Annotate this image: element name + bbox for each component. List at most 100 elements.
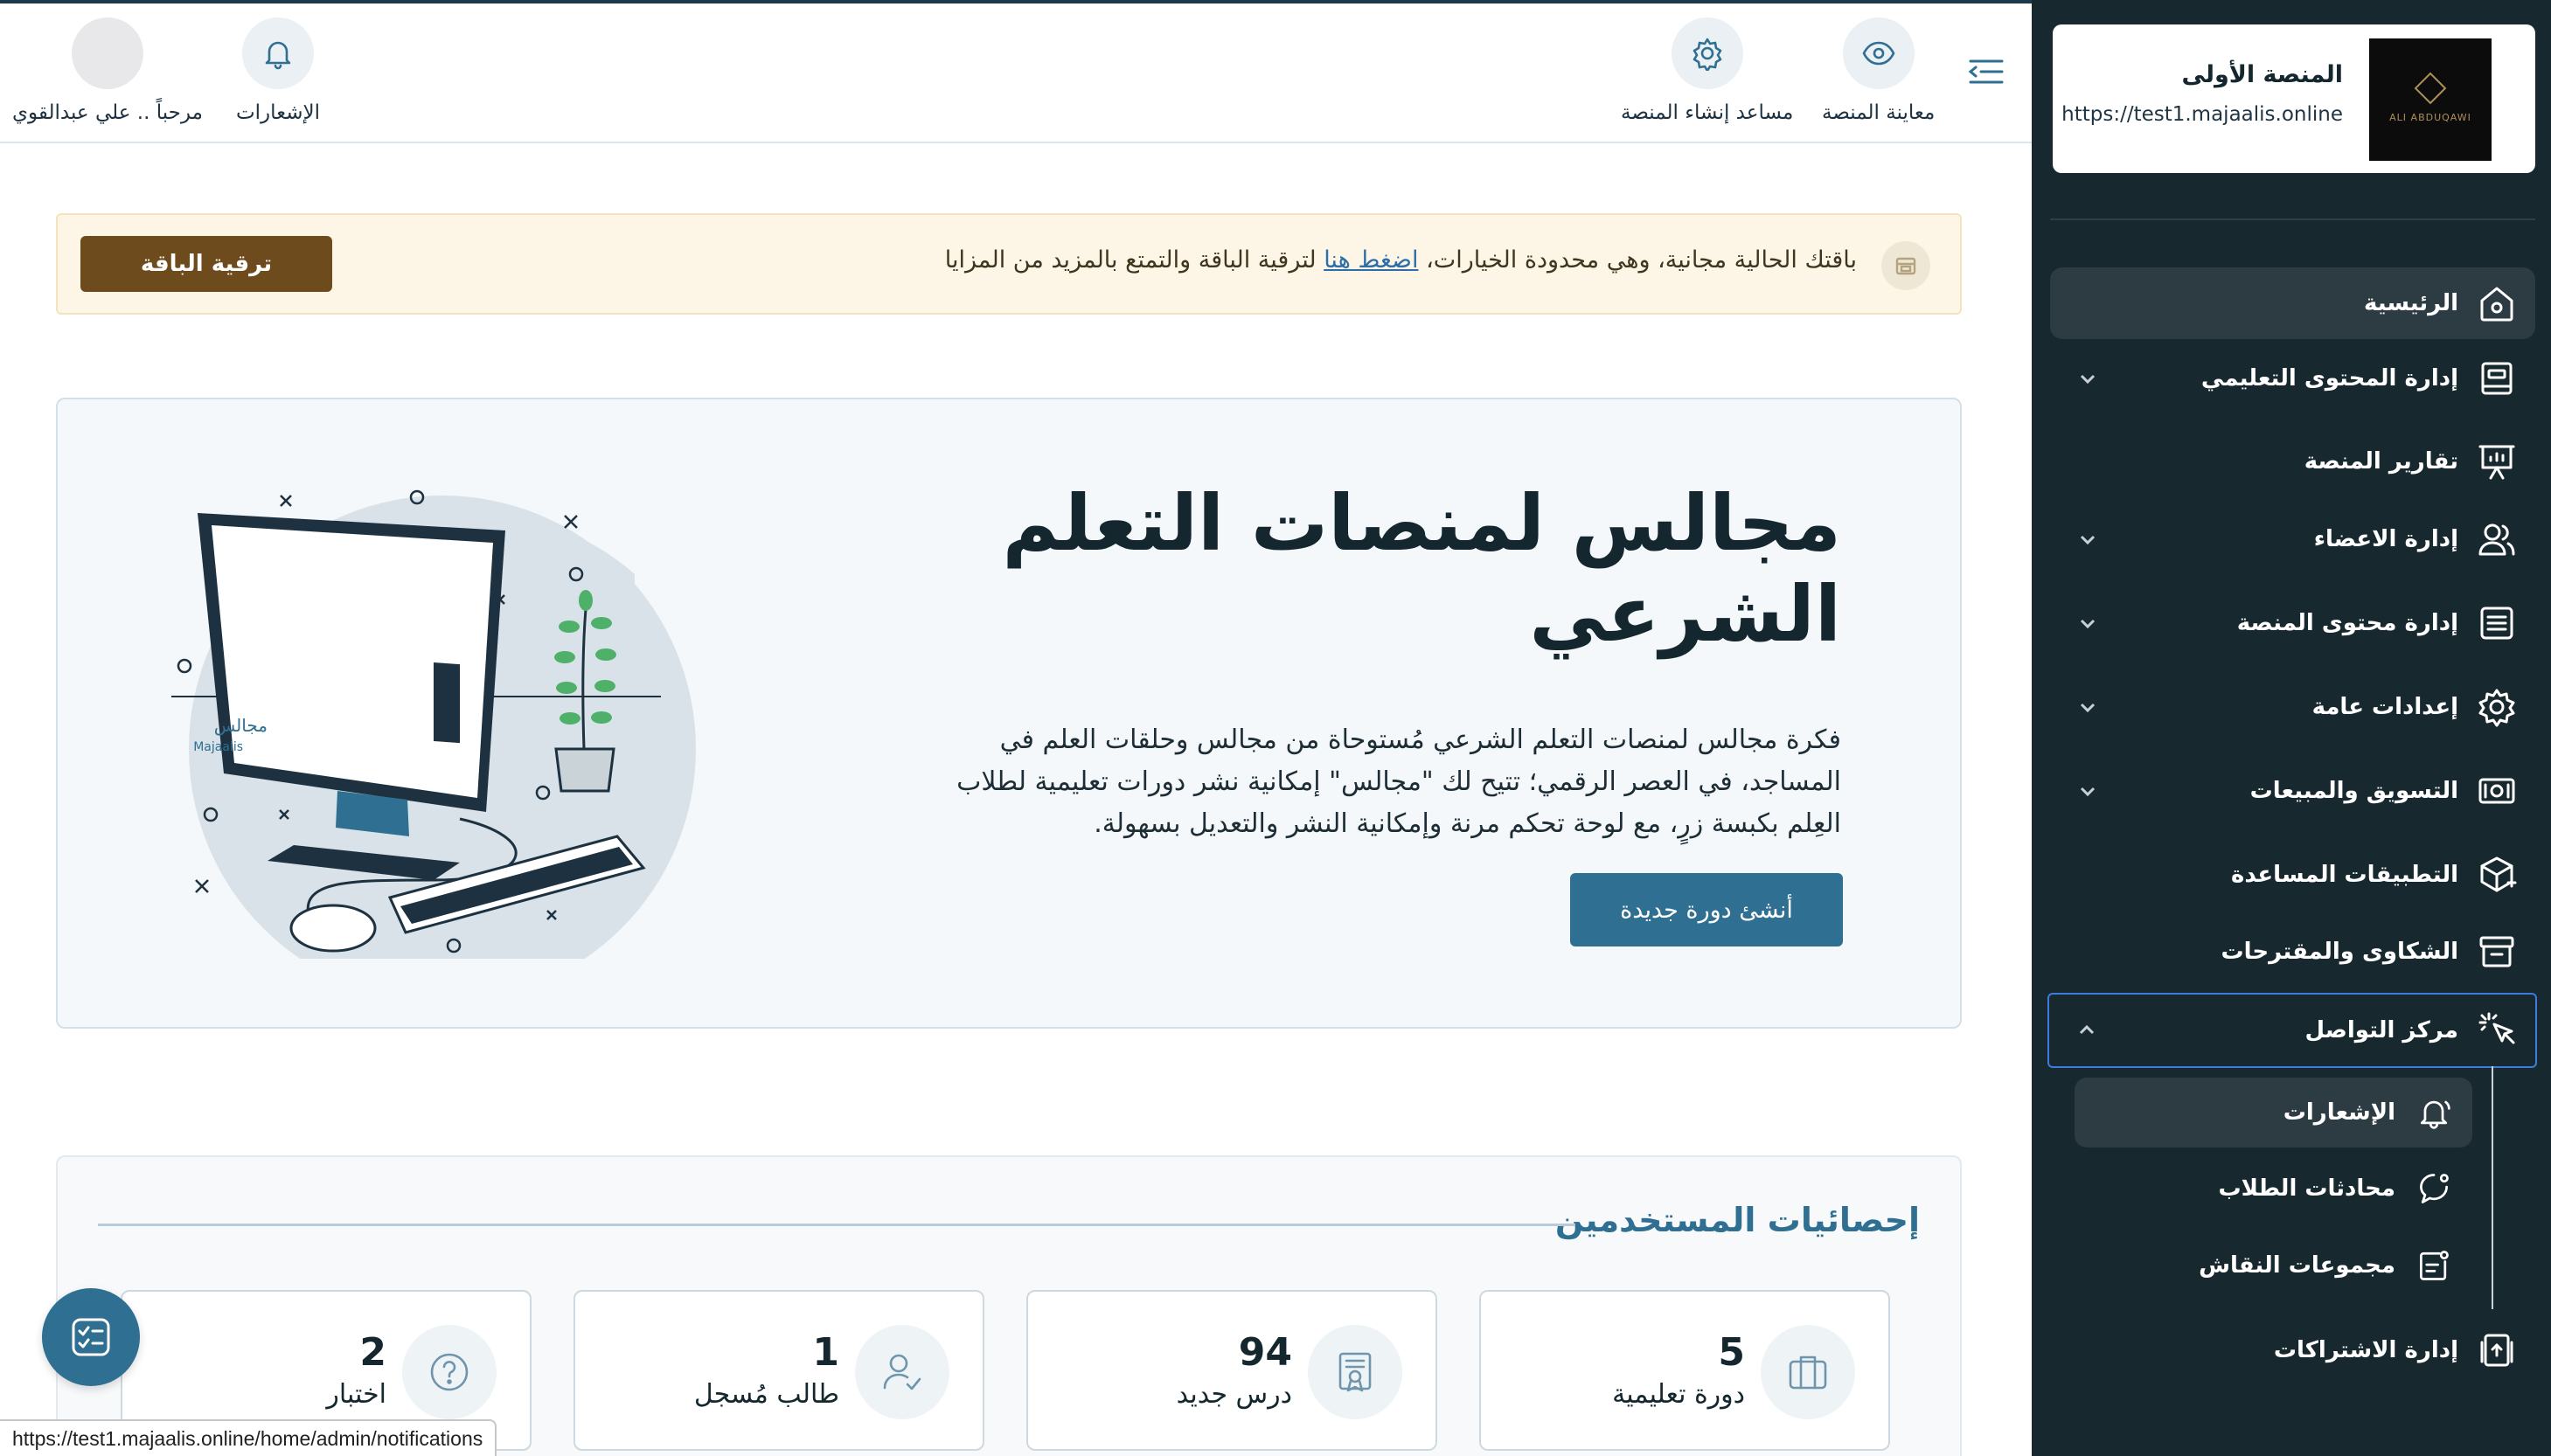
computer-illustration: مجالس Majaalis [171, 489, 696, 959]
sidebar-item-home[interactable]: الرئيسية [2050, 267, 2535, 339]
stat-card-courses[interactable]: 5 دورة تعليمية [1479, 1290, 1890, 1451]
logo-diamond-icon [2414, 72, 2447, 104]
sidebar-subitem-label: الإشعارات [2283, 1099, 2395, 1126]
screen-brand-en: Majaalis [193, 740, 243, 754]
book-icon [2474, 356, 2520, 401]
bell-icon [242, 17, 315, 89]
chevron-down-icon [2075, 614, 2101, 633]
preview-platform-button[interactable]: معاينة المنصة [1822, 17, 1935, 124]
hero-title: مجالس لمنصات التعلم الشرعي [1002, 478, 1841, 659]
user-check-icon [855, 1325, 949, 1419]
sidebar-item-members[interactable]: إدارة الاعضاء [2050, 503, 2535, 575]
preview-platform-label: معاينة المنصة [1822, 101, 1936, 124]
chevron-up-icon [2074, 1021, 2100, 1040]
gear-icon [2474, 684, 2520, 730]
sidebar-item-label: إدارة الاشتراكات [2273, 1337, 2458, 1363]
sidebar: ALI ABDUQAWI المنصة الأولى https://test1… [2032, 0, 2551, 1456]
user-menu[interactable]: مرحباً .. علي عبدالقوي [12, 17, 203, 124]
sidebar-item-platform-reports[interactable]: تقارير المنصة [2050, 426, 2535, 497]
stat-card-students[interactable]: 1 طالب مُسجل [573, 1290, 984, 1451]
sidebar-item-label: التسويق والمبيعات [2249, 778, 2458, 804]
submenu-line [2492, 1066, 2493, 1309]
sidebar-item-label: الرئيسية [2363, 290, 2458, 316]
checklist-fab-button[interactable] [42, 1288, 140, 1386]
sidebar-item-label: إدارة الاعضاء [2313, 526, 2458, 552]
banner-text-after: لترقية الباقة والتمتع بالمزيد من المزايا [944, 246, 1324, 274]
sidebar-item-helper-apps[interactable]: التطبيقات المساعدة [2050, 839, 2535, 911]
bell-icon [2411, 1090, 2457, 1135]
banner-message: باقتك الحالية مجانية، وهي محدودة الخيارا… [945, 246, 1857, 274]
sidebar-item-label: التطبيقات المساعدة [2231, 862, 2458, 888]
store-icon [1881, 241, 1930, 290]
box-plus-icon [2474, 852, 2520, 898]
chevron-down-icon [2075, 369, 2101, 388]
sidebar-item-complaints[interactable]: الشكاوى والمقترحات [2050, 916, 2535, 988]
sidebar-item-label: تقارير المنصة [2304, 448, 2458, 475]
sidebar-subitem-student-chats[interactable]: محادثات الطلاب [2075, 1154, 2472, 1224]
sidebar-item-subscriptions[interactable]: إدارة الاشتراكات [2050, 1314, 2535, 1386]
cursor-click-icon [2474, 1008, 2520, 1053]
sidebar-item-general-settings[interactable]: إعدادات عامة [2050, 671, 2535, 743]
avatar [71, 17, 143, 89]
sidebar-item-marketing-sales[interactable]: التسويق والمبيعات [2050, 755, 2535, 827]
discussion-icon [2411, 1243, 2457, 1288]
stat-label: دورة تعليمية [1612, 1379, 1745, 1410]
user-stats-section: إحصائيات المستخدمين 5 دورة تعليمية 94 در… [56, 1155, 1962, 1456]
sidebar-subitem-label: مجموعات النقاش [2199, 1252, 2395, 1279]
sidebar-item-label: مركز التواصل [2304, 1017, 2458, 1043]
stat-label: طالب مُسجل [693, 1379, 839, 1410]
stat-value: 5 [1718, 1330, 1745, 1375]
platform-brand-card[interactable]: ALI ABDUQAWI المنصة الأولى https://test1… [2053, 24, 2535, 173]
free-plan-banner: باقتك الحالية مجانية، وهي محدودة الخيارا… [56, 213, 1962, 315]
list-icon [2474, 600, 2520, 646]
logo-text: ALI ABDUQAWI [2389, 111, 2471, 123]
stat-label: درس جديد [1176, 1379, 1292, 1410]
presentation-chart-icon [2474, 439, 2520, 484]
chevron-down-icon [2075, 781, 2101, 801]
sidebar-item-label: إدارة المحتوى التعليمي [2200, 365, 2458, 392]
welcome-label: مرحباً .. علي عبدالقوي [12, 101, 203, 124]
home-icon [2474, 281, 2520, 326]
banner-text-before: باقتك الحالية مجانية، وهي محدودة الخيارا… [1418, 246, 1857, 274]
sidebar-item-label: الشكاوى والمقترحات [2221, 939, 2458, 965]
notifications-button[interactable]: الإشعارات [236, 17, 320, 124]
platform-logo: ALI ABDUQAWI [2369, 38, 2492, 161]
sidebar-item-communication-center[interactable]: مركز التواصل [2047, 993, 2537, 1068]
stats-divider [98, 1224, 1575, 1226]
eye-icon [1842, 17, 1915, 89]
upgrade-plan-button[interactable]: ترقية الباقة [80, 236, 332, 292]
stat-value: 1 [812, 1330, 839, 1375]
platform-url[interactable]: https://test1.majaalis.online [2061, 103, 2343, 126]
stat-label: اختبار [326, 1379, 386, 1410]
sidebar-item-label: إدارة محتوى المنصة [2236, 610, 2458, 636]
upgrade-link[interactable]: اضغط هنا [1324, 246, 1418, 274]
briefcase-icon [1761, 1325, 1855, 1419]
browser-status-url: https://test1.majaalis.online/home/admin… [0, 1419, 497, 1456]
platform-name: المنصة الأولى [2181, 61, 2344, 88]
stat-value: 94 [1238, 1330, 1292, 1375]
create-course-button[interactable]: أنشئ دورة جديدة [1570, 873, 1843, 946]
sidebar-item-platform-content[interactable]: إدارة محتوى المنصة [2050, 587, 2535, 659]
chevron-down-icon [2075, 530, 2101, 549]
archive-icon [2474, 929, 2520, 974]
stat-card-lessons[interactable]: 94 درس جديد [1026, 1290, 1437, 1451]
notifications-label: الإشعارات [236, 101, 321, 124]
chevron-down-icon [2075, 697, 2101, 717]
sidebar-subitem-discussion-groups[interactable]: مجموعات النقاش [2075, 1231, 2472, 1300]
gear-icon [1671, 17, 1743, 89]
stats-title: إحصائيات المستخدمين [1554, 1201, 1920, 1239]
checklist-icon [72, 1318, 110, 1356]
menu-toggle-icon[interactable] [1967, 54, 2005, 89]
sidebar-subitem-label: محادثات الطلاب [2218, 1175, 2395, 1202]
screen-brand-ar: مجالس [214, 715, 268, 736]
users-icon [2474, 517, 2520, 562]
platform-wizard-label: مساعد إنشاء المنصة [1621, 101, 1794, 124]
hero-description: فكرة مجالس لمنصات التعلم الشرعي مُستوحاة… [956, 725, 1841, 839]
money-icon [2474, 768, 2520, 814]
sidebar-item-educational-content[interactable]: إدارة المحتوى التعليمي [2050, 343, 2535, 414]
question-icon [402, 1325, 497, 1419]
sidebar-divider [2050, 218, 2535, 220]
platform-wizard-button[interactable]: مساعد إنشاء المنصة [1621, 17, 1793, 124]
stat-value: 2 [359, 1330, 386, 1375]
sidebar-subitem-notifications[interactable]: الإشعارات [2075, 1078, 2472, 1147]
